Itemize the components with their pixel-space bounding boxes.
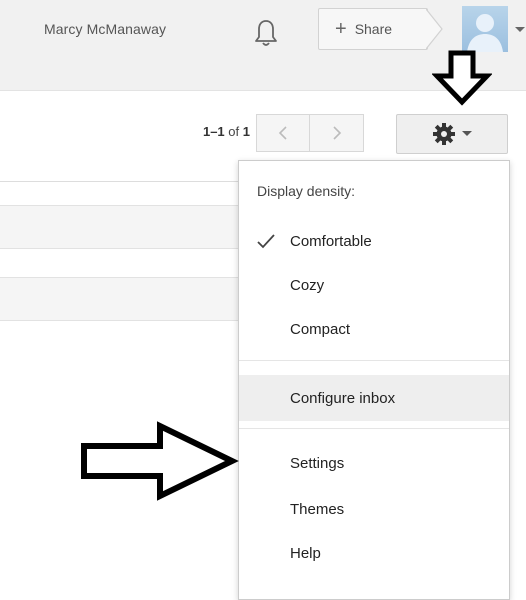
plus-icon: + bbox=[335, 18, 347, 40]
display-density-heading: Display density: bbox=[257, 183, 356, 199]
menu-item-comfortable[interactable]: Comfortable bbox=[239, 221, 509, 261]
share-chevron-icon bbox=[426, 8, 443, 50]
page-of-label: of bbox=[228, 124, 240, 139]
menu-item-compact[interactable]: Compact bbox=[239, 309, 509, 349]
annotation-arrow-down-icon bbox=[432, 50, 492, 106]
menu-item-label: Settings bbox=[290, 454, 345, 472]
page-range: 1–1 bbox=[202, 124, 225, 139]
account-name[interactable]: Marcy McManaway bbox=[44, 21, 166, 37]
page-total: 1 bbox=[242, 124, 250, 139]
menu-item-label: Comfortable bbox=[290, 232, 372, 250]
pagination-nav bbox=[256, 114, 364, 152]
menu-item-configure-inbox[interactable]: Configure inbox bbox=[239, 375, 509, 421]
share-button[interactable]: + Share bbox=[318, 8, 428, 50]
menu-item-label: Help bbox=[290, 544, 321, 562]
menu-separator bbox=[239, 360, 509, 361]
newer-button[interactable] bbox=[256, 114, 310, 152]
avatar[interactable] bbox=[462, 6, 508, 52]
chevron-left-icon bbox=[278, 126, 287, 140]
settings-button[interactable] bbox=[396, 114, 508, 154]
older-button[interactable] bbox=[310, 114, 364, 152]
chevron-right-icon bbox=[332, 126, 341, 140]
annotation-arrow-right-icon bbox=[81, 421, 239, 501]
pagination-count: 1–1 of 1 bbox=[203, 124, 250, 139]
list-row[interactable] bbox=[0, 277, 240, 321]
settings-menu: Display density: Comfortable Cozy Compac… bbox=[238, 160, 510, 600]
menu-item-settings[interactable]: Settings bbox=[239, 443, 509, 483]
checkmark-icon bbox=[257, 234, 275, 249]
list-row[interactable] bbox=[0, 205, 240, 249]
notifications-bell-icon[interactable] bbox=[253, 18, 279, 48]
menu-separator bbox=[239, 428, 509, 429]
share-label: Share bbox=[354, 21, 393, 37]
menu-item-label: Compact bbox=[290, 320, 351, 338]
account-chevron-down-icon[interactable] bbox=[514, 26, 526, 34]
gear-icon bbox=[433, 123, 455, 145]
menu-item-help[interactable]: Help bbox=[239, 533, 509, 573]
menu-item-label: Cozy bbox=[290, 276, 325, 294]
menu-item-label: Configure inbox bbox=[290, 389, 396, 407]
avatar-person-icon bbox=[467, 14, 503, 52]
chevron-down-icon bbox=[462, 131, 472, 136]
list-divider bbox=[0, 181, 240, 182]
menu-item-cozy[interactable]: Cozy bbox=[239, 265, 509, 305]
menu-item-themes[interactable]: Themes bbox=[239, 489, 509, 529]
menu-item-label: Themes bbox=[290, 500, 345, 518]
